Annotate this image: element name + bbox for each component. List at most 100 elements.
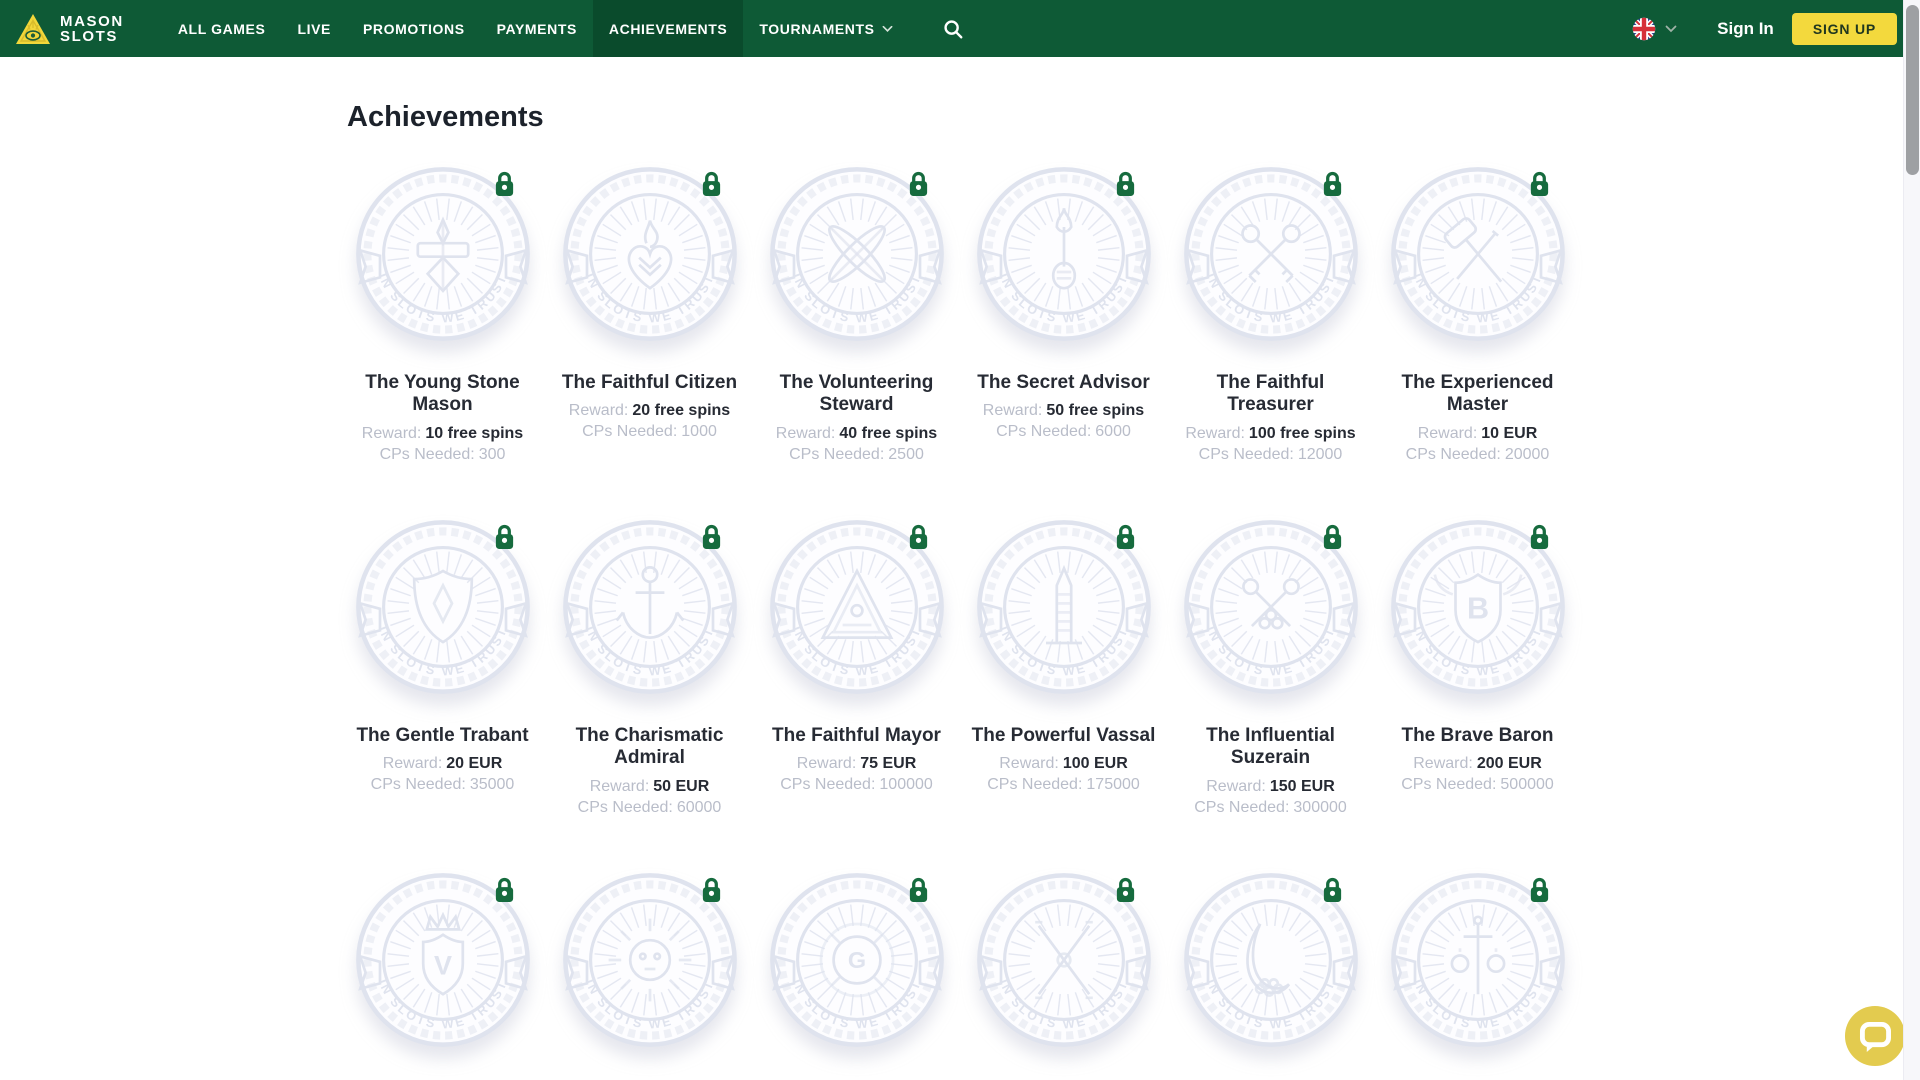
achievement-title: The Secret Advisor	[973, 372, 1153, 394]
lock-icon	[1528, 170, 1551, 198]
cps-value: 500000	[1500, 776, 1553, 793]
achievement-card: IN SLOTS WE TRUST The Influential Suzera…	[1167, 517, 1374, 818]
achievement-reward: Reward:20 EUR	[383, 753, 503, 774]
achievements-grid: IN SLOTS WE TRUST The Young Stone Mason …	[339, 164, 1581, 1078]
lock-icon	[493, 876, 516, 904]
lock-icon	[1114, 523, 1137, 551]
page-title: Achievements	[339, 101, 1581, 134]
achievement-medallion: IN SLOTS WE TRUST	[560, 517, 740, 697]
reward-label: Reward:	[999, 755, 1059, 772]
cps-value: 100000	[879, 776, 932, 793]
cps-label: CPs Needed:	[380, 446, 475, 463]
achievement-reward: Reward:50 EUR	[590, 776, 710, 797]
brand-logo[interactable]: MASON SLOTS	[15, 0, 124, 57]
lock-icon	[493, 170, 516, 198]
achievement-title: The Faithful Treasurer	[1167, 372, 1374, 417]
achievement-card: G IN SLOTS WE TRUST	[753, 870, 960, 1078]
reward-value: 75 EUR	[860, 755, 916, 772]
achievement-card: IN SLOTS WE TRUST The Faithful Mayor Rew…	[753, 517, 960, 795]
achievement-card: IN SLOTS WE TRUST The Young Stone Mason …	[339, 164, 546, 465]
cps-label: CPs Needed:	[578, 799, 673, 816]
sign-in-link[interactable]: Sign In	[1717, 19, 1774, 39]
nav-item[interactable]: LIVE	[281, 0, 347, 57]
achievement-card: IN SLOTS WE TRUST The Powerful Vassal Re…	[960, 517, 1167, 795]
achievement-card: IN SLOTS WE TRUST	[1374, 870, 1581, 1078]
achievement-cps: CPs Needed:1000	[582, 421, 717, 442]
svg-text:G: G	[847, 947, 865, 973]
achievement-reward: Reward:150 EUR	[1206, 776, 1335, 797]
live-chat-launcher[interactable]	[1844, 1005, 1906, 1067]
lock-icon	[1528, 523, 1551, 551]
mason-triangle-eye-icon	[15, 12, 51, 46]
cps-label: CPs Needed:	[789, 446, 884, 463]
nav-item-label: PROMOTIONS	[363, 21, 465, 37]
search-icon	[942, 18, 964, 40]
lock-icon	[907, 170, 930, 198]
achievement-card: B IN SLOTS WE TRUST The Brave Baron Rewa…	[1374, 517, 1581, 795]
achievement-cps: CPs Needed:500000	[1401, 774, 1554, 795]
reward-value: 150 EUR	[1270, 778, 1335, 795]
chevron-down-icon	[1665, 25, 1677, 33]
reward-value: 100 EUR	[1063, 755, 1128, 772]
reward-value: 10 free spins	[425, 425, 523, 442]
cps-label: CPs Needed:	[780, 776, 875, 793]
achievement-cps: CPs Needed:20000	[1406, 444, 1550, 465]
achievement-reward: Reward:75 EUR	[797, 753, 917, 774]
language-selector[interactable]	[1632, 17, 1677, 41]
achievement-cps: CPs Needed:6000	[996, 421, 1131, 442]
lock-icon	[700, 170, 723, 198]
achievement-reward: Reward:50 free spins	[983, 400, 1144, 421]
achievement-title: The Gentle Trabant	[352, 725, 532, 747]
achievement-medallion: IN SLOTS WE TRUST	[1181, 517, 1361, 697]
nav-item[interactable]: PROMOTIONS	[347, 0, 481, 57]
scrollbar-thumb[interactable]	[1906, 5, 1919, 175]
reward-label: Reward:	[1418, 425, 1478, 442]
chevron-down-icon	[882, 25, 893, 33]
brand-line-1: MASON	[60, 14, 124, 29]
nav-item-label: LIVE	[297, 21, 331, 37]
reward-label: Reward:	[1206, 778, 1266, 795]
achievement-title: The Faithful Mayor	[768, 725, 945, 747]
scrollbar-track[interactable]	[1903, 0, 1920, 1080]
achievement-card: IN SLOTS WE TRUST	[546, 870, 753, 1078]
achievement-title: The Faithful Citizen	[558, 372, 741, 394]
lock-icon	[1528, 876, 1551, 904]
achievement-card: IN SLOTS WE TRUST The Gentle Trabant Rew…	[339, 517, 546, 795]
lock-icon	[700, 523, 723, 551]
header-right-cluster: Sign In SIGN UP	[1632, 0, 1920, 57]
achievement-cps: CPs Needed:2500	[789, 444, 924, 465]
reward-label: Reward:	[569, 402, 629, 419]
reward-value: 20 free spins	[632, 402, 730, 419]
reward-value: 200 EUR	[1477, 755, 1542, 772]
achievement-title: The Influential Suzerain	[1167, 725, 1374, 770]
cps-value: 300	[479, 446, 506, 463]
achievement-title: The Volunteering Steward	[753, 372, 960, 417]
achievement-reward: Reward:200 EUR	[1413, 753, 1542, 774]
search-button[interactable]	[942, 0, 964, 57]
reward-value: 50 EUR	[653, 778, 709, 795]
sign-up-button[interactable]: SIGN UP	[1792, 13, 1897, 45]
reward-label: Reward:	[362, 425, 422, 442]
lock-icon	[907, 876, 930, 904]
nav-item[interactable]: PAYMENTS	[481, 0, 593, 57]
achievement-reward: Reward:40 free spins	[776, 423, 937, 444]
nav-item[interactable]: TOURNAMENTS	[743, 0, 908, 57]
nav-item[interactable]: ALL GAMES	[162, 0, 282, 57]
nav-item-label: TOURNAMENTS	[759, 21, 874, 37]
achievement-medallion: IN SLOTS WE TRUST	[560, 164, 740, 344]
reward-value: 50 free spins	[1046, 402, 1144, 419]
achievement-reward: Reward:10 EUR	[1418, 423, 1538, 444]
svg-text:B: B	[1466, 592, 1488, 626]
achievement-reward: Reward:100 EUR	[999, 753, 1128, 774]
nav-item[interactable]: ACHIEVEMENTS	[593, 0, 743, 57]
uk-flag-icon	[1632, 17, 1656, 41]
cps-value: 12000	[1298, 446, 1343, 463]
svg-text:V: V	[433, 950, 451, 980]
achievements-page: Achievements IN SLOTS WE TRUST	[339, 101, 1581, 1078]
cps-label: CPs Needed:	[1194, 799, 1289, 816]
achievement-reward: Reward:10 free spins	[362, 423, 523, 444]
reward-label: Reward:	[1185, 425, 1245, 442]
top-navigation-bar: MASON SLOTS ALL GAMES LIVE PROMOTIONS PA…	[0, 0, 1920, 57]
achievement-title: The Experienced Master	[1374, 372, 1581, 417]
cps-label: CPs Needed:	[996, 423, 1091, 440]
